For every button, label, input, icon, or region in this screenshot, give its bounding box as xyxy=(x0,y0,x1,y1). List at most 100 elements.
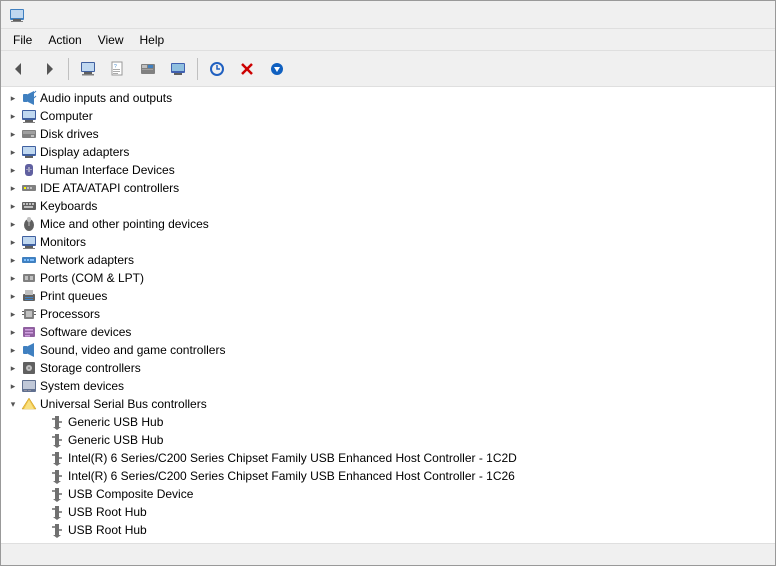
back-button[interactable] xyxy=(5,55,33,83)
expand-icon-usb4 xyxy=(33,468,49,484)
device-icon-usb7 xyxy=(49,522,65,538)
device-icon-audio xyxy=(21,90,37,106)
update-button[interactable] xyxy=(263,55,291,83)
device-label-usb_root: Universal Serial Bus controllers xyxy=(40,397,207,411)
device-label-computer: Computer xyxy=(40,109,93,123)
expand-icon-ide: ▸ xyxy=(5,180,21,196)
tree-item-usb6[interactable]: USB Root Hub xyxy=(1,503,775,521)
tree-item-usb2[interactable]: Generic USB Hub xyxy=(1,431,775,449)
device-label-hid: Human Interface Devices xyxy=(40,163,175,177)
tree-item-mice[interactable]: ▸Mice and other pointing devices xyxy=(1,215,775,233)
tree-item-keyboards[interactable]: ▸ Keyboards xyxy=(1,197,775,215)
expand-icon-print: ▸ xyxy=(5,288,21,304)
device-manager-window: File Action View Help xyxy=(0,0,776,566)
device-icon-computer xyxy=(21,108,37,124)
tree-item-ide[interactable]: ▸ IDE ATA/ATAPI controllers xyxy=(1,179,775,197)
tree-item-sound[interactable]: ▸Sound, video and game controllers xyxy=(1,341,775,359)
menu-file[interactable]: File xyxy=(5,29,40,51)
device-icon-usb1 xyxy=(49,414,65,430)
device-label-usb6: USB Root Hub xyxy=(68,505,147,519)
scan-button[interactable] xyxy=(203,55,231,83)
expand-icon-keyboards: ▸ xyxy=(5,198,21,214)
expand-icon-storage: ▸ xyxy=(5,360,21,376)
tree-item-disk[interactable]: ▸ Disk drives xyxy=(1,125,775,143)
expand-icon-computer: ▸ xyxy=(5,108,21,124)
tree-item-usb3[interactable]: Intel(R) 6 Series/C200 Series Chipset Fa… xyxy=(1,449,775,467)
device-icon-processors xyxy=(21,306,37,322)
device-label-usb2: Generic USB Hub xyxy=(68,433,163,447)
expand-icon-usb7 xyxy=(33,522,49,538)
tree-item-usb4[interactable]: Intel(R) 6 Series/C200 Series Chipset Fa… xyxy=(1,467,775,485)
tree-item-storage[interactable]: ▸Storage controllers xyxy=(1,359,775,377)
tree-item-usb7[interactable]: USB Root Hub xyxy=(1,521,775,539)
tree-item-usb_root[interactable]: ▾Universal Serial Bus controllers xyxy=(1,395,775,413)
tree-item-network[interactable]: ▸ Network adapters xyxy=(1,251,775,269)
device-icon-usb6 xyxy=(49,504,65,520)
forward-button[interactable] xyxy=(35,55,63,83)
device-icon-usb2 xyxy=(49,432,65,448)
expand-icon-audio: ▸ xyxy=(5,90,21,106)
device-label-disk: Disk drives xyxy=(40,127,99,141)
tree-item-print[interactable]: ▸Print queues xyxy=(1,287,775,305)
device-icon-disk xyxy=(21,126,37,142)
device-icon-ports xyxy=(21,270,37,286)
computer-button[interactable] xyxy=(74,55,102,83)
content-area: ▸ Audio inputs and outputs ▸ Computer ▸ Disk … xyxy=(1,87,775,543)
expand-icon-usb2 xyxy=(33,432,49,448)
device-label-ide: IDE ATA/ATAPI controllers xyxy=(40,181,179,195)
tree-item-software[interactable]: ▸Software devices xyxy=(1,323,775,341)
tree-item-computer[interactable]: ▸ Computer xyxy=(1,107,775,125)
minimize-button[interactable] xyxy=(679,4,707,26)
device-label-usb5: USB Composite Device xyxy=(68,487,193,501)
device-label-ports: Ports (COM & LPT) xyxy=(40,271,144,285)
title-bar xyxy=(1,1,775,29)
restore-button[interactable] xyxy=(709,4,737,26)
tree-item-hid[interactable]: ▸ Human Interface Devices xyxy=(1,161,775,179)
menu-action[interactable]: Action xyxy=(40,29,89,51)
tree-item-processors[interactable]: ▸Processors xyxy=(1,305,775,323)
toolbar: ? xyxy=(1,51,775,87)
device-label-software: Software devices xyxy=(40,325,131,339)
expand-icon-usb3 xyxy=(33,450,49,466)
device-icon-display xyxy=(21,144,37,160)
device-label-display: Display adapters xyxy=(40,145,129,159)
device-label-keyboards: Keyboards xyxy=(40,199,97,213)
toolbar-sep-2 xyxy=(197,58,198,80)
device-icon-print xyxy=(21,288,37,304)
device-icon-software xyxy=(21,324,37,340)
device-label-processors: Processors xyxy=(40,307,100,321)
properties-button[interactable]: ? xyxy=(104,55,132,83)
expand-icon-sound: ▸ xyxy=(5,342,21,358)
device-icon-usb5 xyxy=(49,486,65,502)
expand-icon-usb1 xyxy=(33,414,49,430)
device-label-audio: Audio inputs and outputs xyxy=(40,91,172,105)
device-label-network: Network adapters xyxy=(40,253,134,267)
window-icon xyxy=(9,7,25,23)
device-tree[interactable]: ▸ Audio inputs and outputs ▸ Computer ▸ Disk … xyxy=(1,87,775,543)
device-icon-network xyxy=(21,252,37,268)
tree-item-usb1[interactable]: Generic USB Hub xyxy=(1,413,775,431)
monitor-button[interactable] xyxy=(164,55,192,83)
expand-icon-disk: ▸ xyxy=(5,126,21,142)
disable-button[interactable] xyxy=(233,55,261,83)
tree-item-usb5[interactable]: USB Composite Device xyxy=(1,485,775,503)
menu-view[interactable]: View xyxy=(90,29,132,51)
tree-item-audio[interactable]: ▸ Audio inputs and outputs xyxy=(1,89,775,107)
expand-icon-hid: ▸ xyxy=(5,162,21,178)
device-label-usb7: USB Root Hub xyxy=(68,523,147,537)
menu-bar: File Action View Help xyxy=(1,29,775,51)
tree-item-ports[interactable]: ▸Ports (COM & LPT) xyxy=(1,269,775,287)
expand-icon-network: ▸ xyxy=(5,252,21,268)
device-label-system: System devices xyxy=(40,379,124,393)
tree-item-system[interactable]: ▸System devices xyxy=(1,377,775,395)
menu-help[interactable]: Help xyxy=(132,29,173,51)
tree-item-monitors[interactable]: ▸Monitors xyxy=(1,233,775,251)
device-label-mice: Mice and other pointing devices xyxy=(40,217,209,231)
driver-button[interactable] xyxy=(134,55,162,83)
device-label-monitors: Monitors xyxy=(40,235,86,249)
tree-item-display[interactable]: ▸Display adapters xyxy=(1,143,775,161)
close-button[interactable] xyxy=(739,4,767,26)
device-icon-hid xyxy=(21,162,37,178)
device-icon-ide xyxy=(21,180,37,196)
device-icon-storage xyxy=(21,360,37,376)
